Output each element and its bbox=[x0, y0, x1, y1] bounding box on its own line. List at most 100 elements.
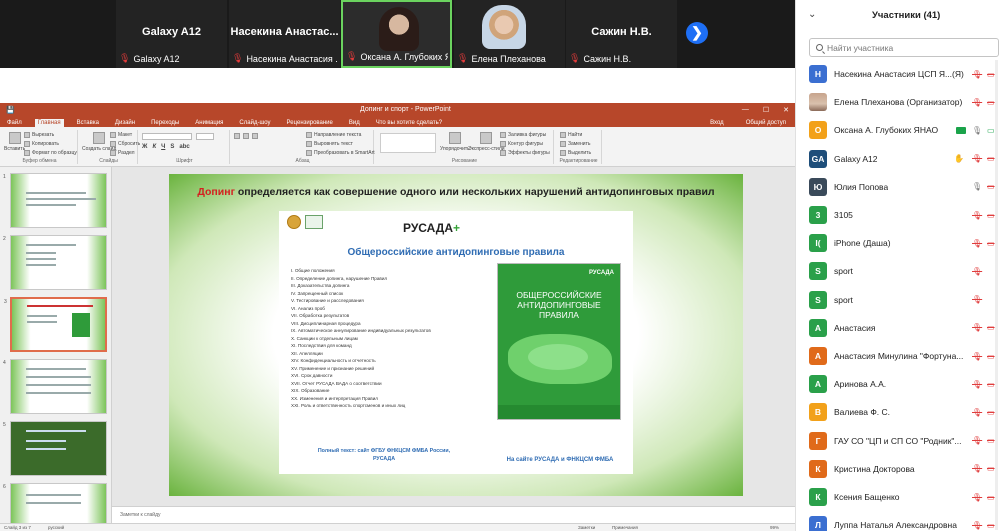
mic-muted-icon[interactable]: 🎙 bbox=[972, 323, 982, 332]
minimize-icon[interactable]: — bbox=[742, 106, 749, 114]
camera-off-icon[interactable]: ▭ bbox=[987, 323, 995, 332]
camera-off-icon[interactable]: ▭ bbox=[987, 154, 995, 163]
camera-off-icon[interactable]: ▭ bbox=[987, 408, 995, 417]
participant-row[interactable]: Л Луппа Наталья Александровна 🎙 ▭ bbox=[796, 511, 1000, 531]
camera-off-icon[interactable]: ▭ bbox=[987, 521, 995, 530]
participant-row[interactable]: К Кристина Докторова 🎙 ▭ bbox=[796, 455, 1000, 483]
section-button[interactable]: Раздел bbox=[110, 150, 135, 156]
shape-outline-button[interactable]: Контур фигуры bbox=[500, 141, 543, 147]
raise-hand-icon[interactable]: ✋ bbox=[954, 154, 964, 163]
video-tile-sazhin[interactable]: Сажин Н.В. 🎙 Сажин Н.В. bbox=[566, 0, 677, 68]
find-button[interactable]: Найти bbox=[560, 132, 582, 138]
cut-button[interactable]: Вырезать bbox=[24, 132, 54, 138]
camera-off-icon[interactable]: ▭ bbox=[987, 436, 995, 445]
participant-row[interactable]: GA Galaxy A12 ✋ 🎙 ▭ bbox=[796, 145, 1000, 173]
sign-in-link[interactable]: Вход bbox=[707, 119, 727, 127]
screen-share-icon[interactable] bbox=[956, 127, 966, 135]
mic-muted-icon[interactable]: 🎙 bbox=[972, 295, 982, 304]
mic-muted-icon[interactable]: 🎙 bbox=[972, 380, 982, 389]
tell-me-input[interactable]: Что вы хотите сделать? bbox=[373, 119, 445, 127]
slide-thumbnail-current[interactable]: 3 bbox=[4, 297, 107, 352]
mic-muted-icon[interactable]: 🎙 bbox=[972, 267, 982, 276]
tab-insert[interactable]: Вставка bbox=[74, 119, 102, 127]
mic-muted-icon[interactable]: 🎙 bbox=[972, 464, 982, 473]
participant-row[interactable]: А Анастасия 🎙 ▭ bbox=[796, 314, 1000, 342]
tab-review[interactable]: Рецензирование bbox=[284, 119, 336, 127]
mic-muted-icon[interactable]: 🎙 bbox=[972, 98, 982, 107]
participant-row[interactable]: К Ксения Бащенко 🎙 ▭ bbox=[796, 483, 1000, 511]
mic-muted-icon[interactable]: 🎙 bbox=[972, 70, 982, 79]
camera-off-icon[interactable]: ▭ bbox=[987, 380, 995, 389]
participant-row[interactable]: О Оксана А. Глубоких ЯНАО 🎙 ▭ bbox=[796, 116, 1000, 144]
participant-row[interactable]: Ю Юлия Попова 🎙 ▭ bbox=[796, 173, 1000, 201]
current-slide[interactable]: Допинг определяется как совершение одног… bbox=[169, 174, 743, 496]
mic-icon[interactable]: 🎙 bbox=[972, 182, 982, 191]
participant-row[interactable]: Ssport 🎙 bbox=[796, 257, 1000, 285]
tab-file[interactable]: Файл bbox=[4, 119, 25, 127]
participant-row[interactable]: Н Насекина Анастасия ЦСП Я... (Я) 🎙 ▭ bbox=[796, 60, 1000, 88]
camera-off-icon[interactable]: ▭ bbox=[987, 70, 995, 79]
camera-off-icon[interactable]: ▭ bbox=[987, 211, 995, 220]
save-icon[interactable]: 💾 bbox=[6, 106, 15, 114]
text-direction-button[interactable]: Направление текста bbox=[306, 132, 361, 138]
video-tile-plekhanova[interactable]: 🎙 Елена Плеханова bbox=[454, 0, 565, 68]
paste-button[interactable]: Вставить bbox=[4, 132, 25, 152]
camera-icon[interactable]: ▭ bbox=[987, 126, 995, 135]
camera-off-icon[interactable]: ▭ bbox=[987, 98, 995, 107]
mic-muted-icon[interactable]: 🎙 bbox=[972, 239, 982, 248]
slide-thumbnail[interactable]: 2 bbox=[3, 235, 107, 290]
mic-muted-icon[interactable]: 🎙 bbox=[972, 211, 982, 220]
tab-home[interactable]: Главная bbox=[34, 119, 64, 127]
mic-muted-icon[interactable]: 🎙 bbox=[972, 521, 982, 530]
participant-row[interactable]: Г ГАУ СО "ЦП и СП СО "Родник"... 🎙 ▭ bbox=[796, 427, 1000, 455]
list-buttons[interactable] bbox=[234, 133, 258, 139]
tab-animations[interactable]: Анимация bbox=[192, 119, 226, 127]
video-tile-galaxy[interactable]: Galaxy A12 🎙 Galaxy A12 bbox=[116, 0, 227, 68]
participant-row[interactable]: Ssport 🎙 bbox=[796, 286, 1000, 314]
mic-muted-icon[interactable]: 🎙 bbox=[972, 352, 982, 361]
chevron-down-icon[interactable]: ⌄ bbox=[808, 9, 816, 20]
reset-button[interactable]: Сбросить bbox=[110, 141, 140, 147]
tab-view[interactable]: Вид bbox=[346, 119, 363, 127]
participant-search[interactable] bbox=[809, 38, 999, 57]
video-tile-nasekina[interactable]: Насекина Анастас... 🎙 Насекина Анастасия … bbox=[229, 0, 340, 68]
participant-row[interactable]: В Валиева Ф. С. 🎙 ▭ bbox=[796, 398, 1000, 426]
arrange-button[interactable]: Упорядочить bbox=[440, 132, 470, 152]
notes-pane[interactable]: Заметки к слайду bbox=[112, 506, 795, 523]
zoom-level[interactable]: 99% bbox=[770, 525, 779, 530]
slide-thumbnail[interactable]: 6 bbox=[3, 483, 107, 523]
replace-button[interactable]: Заменить bbox=[560, 141, 590, 147]
participant-row[interactable]: Елена Плеханова (Организатор) 🎙 ▭ bbox=[796, 88, 1000, 116]
participant-row[interactable]: А Анастасия Минулина "Фортуна... 🎙 ▭ bbox=[796, 342, 1000, 370]
share-button[interactable]: Общий доступ bbox=[743, 119, 789, 127]
align-text-button[interactable]: Выровнять текст bbox=[306, 141, 353, 147]
mic-muted-icon[interactable]: 🎙 bbox=[972, 436, 982, 445]
maximize-icon[interactable]: ☐ bbox=[763, 106, 769, 114]
slide-thumbnail[interactable]: 4 bbox=[3, 359, 107, 414]
mic-muted-icon[interactable]: 🎙 bbox=[972, 408, 982, 417]
layout-button[interactable]: Макет bbox=[110, 132, 132, 138]
participant-row[interactable]: А Аринова А.А. 🎙 ▭ bbox=[796, 370, 1000, 398]
participant-row[interactable]: I(iPhone (Даша) 🎙 ▭ bbox=[796, 229, 1000, 257]
shape-effects-button[interactable]: Эффекты фигуры bbox=[500, 150, 550, 156]
camera-off-icon[interactable]: ▭ bbox=[987, 464, 995, 473]
slide-thumbnail[interactable]: 5 bbox=[3, 421, 107, 476]
comments-toggle[interactable]: Примечания bbox=[612, 525, 638, 530]
shape-fill-button[interactable]: Заливка фигуры bbox=[500, 132, 546, 138]
font-name-select[interactable] bbox=[142, 133, 192, 140]
mic-muted-icon[interactable]: 🎙 bbox=[972, 154, 982, 163]
language-indicator[interactable]: русский bbox=[48, 525, 64, 530]
camera-off-icon[interactable]: ▭ bbox=[987, 493, 995, 502]
video-tile-oksana[interactable]: 🎙Оксана А. Глубоких ЯН... bbox=[341, 0, 452, 68]
mic-icon[interactable]: 🎙 bbox=[972, 126, 982, 135]
scrollbar[interactable] bbox=[995, 60, 998, 530]
smartart-button[interactable]: Преобразовать в SmartArt bbox=[306, 150, 375, 156]
camera-off-icon[interactable]: ▭ bbox=[987, 182, 995, 191]
select-button[interactable]: Выделить bbox=[560, 150, 591, 156]
copy-button[interactable]: Копировать bbox=[24, 141, 59, 147]
camera-off-icon[interactable]: ▭ bbox=[987, 239, 995, 248]
notes-toggle[interactable]: Заметки bbox=[578, 525, 595, 530]
next-page-button[interactable]: ❯ bbox=[686, 22, 708, 44]
shapes-gallery[interactable] bbox=[380, 133, 436, 153]
participant-row[interactable]: 3 3105 🎙 ▭ bbox=[796, 201, 1000, 229]
